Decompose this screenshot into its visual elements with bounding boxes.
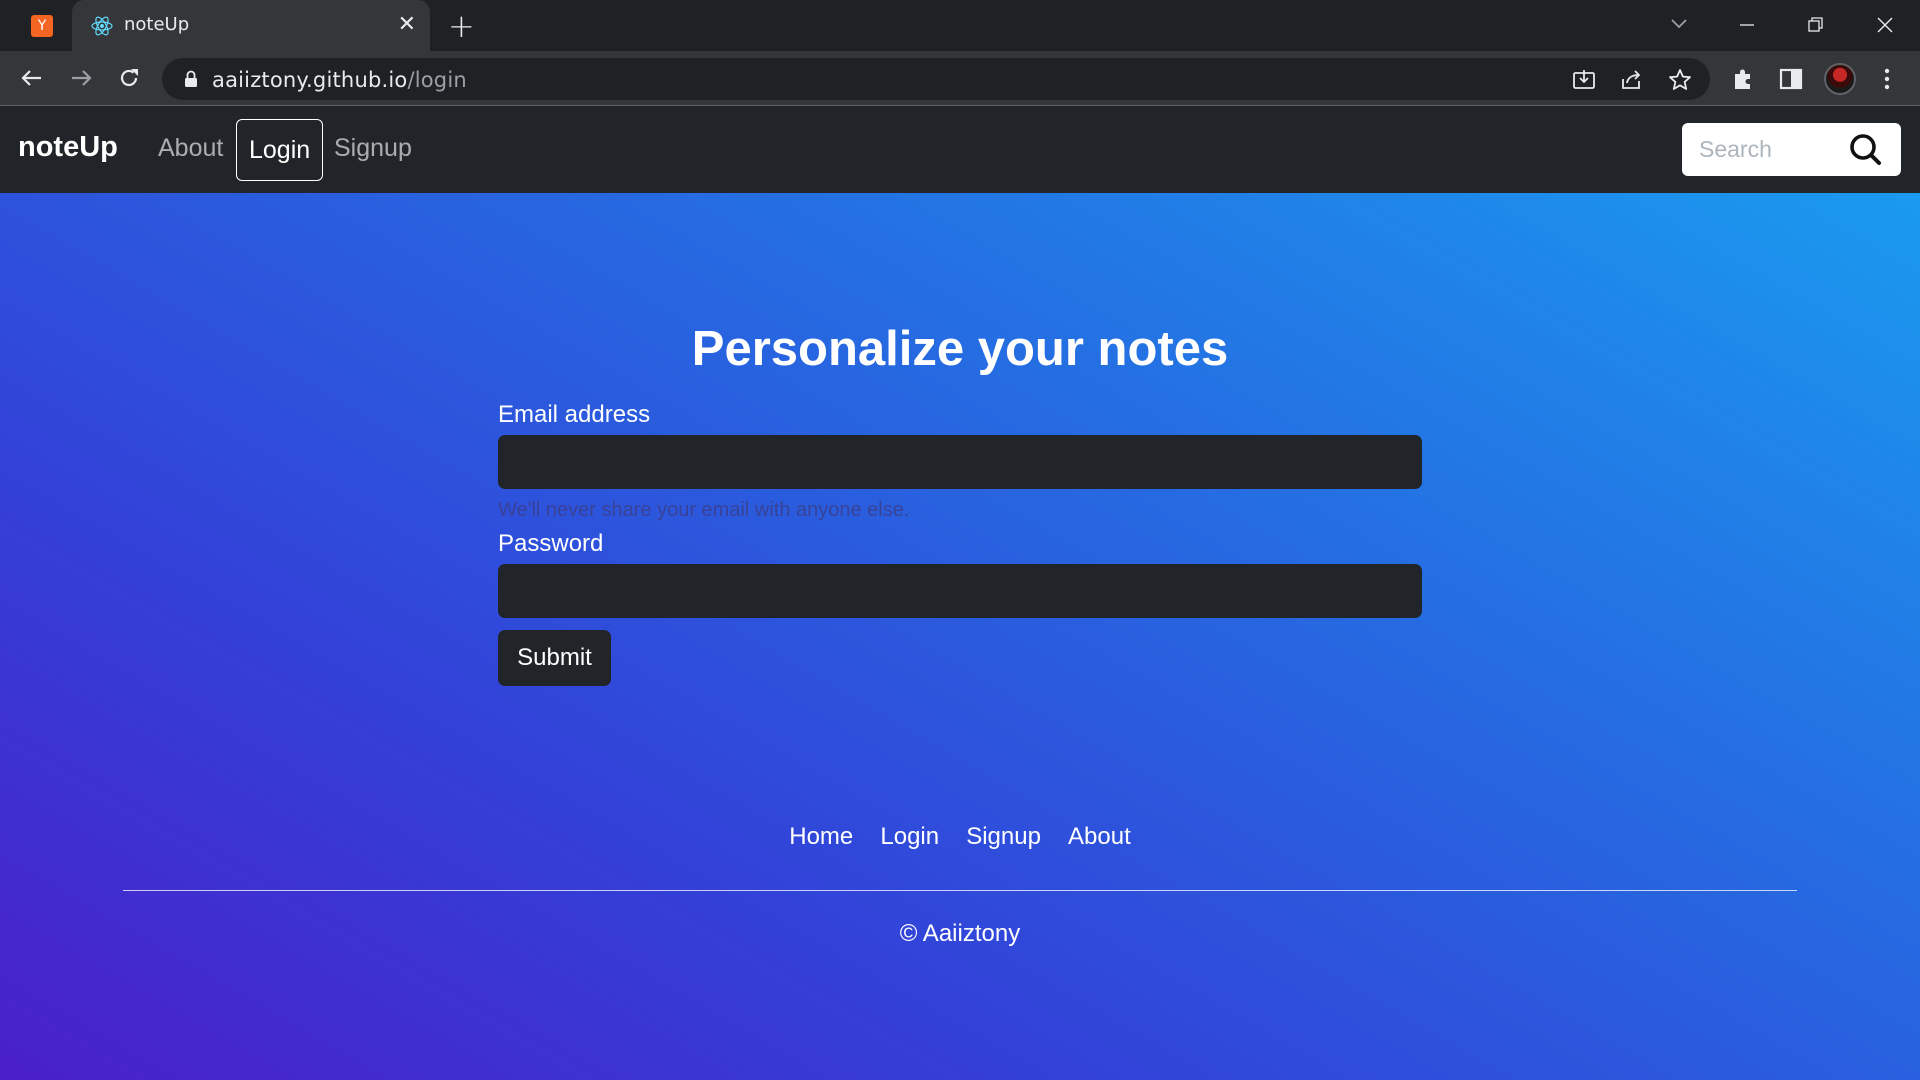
pinned-tab-favicon: Y	[37, 18, 47, 34]
minimize-icon[interactable]	[1730, 8, 1764, 42]
active-tab[interactable]: noteUp ✕	[72, 0, 430, 51]
copyright-text: © Aaiiztony	[899, 920, 1021, 947]
web-page: noteUp About Login Signup Personalize yo…	[0, 107, 1920, 1080]
forward-arrow-icon[interactable]	[66, 63, 96, 93]
login-section: Personalize your notes Email address We'…	[0, 193, 1920, 1080]
search-icon[interactable]	[1842, 130, 1888, 170]
brand-logo[interactable]: noteUp	[18, 131, 118, 164]
close-window-icon[interactable]	[1868, 8, 1902, 42]
footer-divider	[123, 890, 1797, 891]
react-icon	[91, 16, 113, 36]
password-label: Password	[498, 530, 604, 557]
lock-icon[interactable]	[182, 69, 200, 89]
footer-link-about[interactable]: About	[1068, 823, 1131, 851]
back-arrow-icon[interactable]	[17, 63, 47, 93]
url-text: aaiiztony.github.io/login	[212, 68, 467, 92]
restore-icon[interactable]	[1799, 8, 1833, 42]
share-icon[interactable]	[1619, 67, 1645, 93]
password-field[interactable]	[498, 564, 1422, 618]
bookmark-star-icon[interactable]	[1667, 67, 1693, 93]
footer-link-login[interactable]: Login	[880, 823, 939, 851]
url-path: /login	[407, 68, 467, 92]
footer-link-signup[interactable]: Signup	[966, 823, 1041, 851]
install-app-icon[interactable]	[1571, 67, 1597, 93]
url-host: aaiiztony.github.io	[212, 68, 408, 92]
profile-avatar[interactable]	[1824, 63, 1856, 95]
extensions-puzzle-icon[interactable]	[1729, 65, 1757, 93]
footer-link-home[interactable]: Home	[789, 823, 853, 851]
site-navbar: noteUp About Login Signup	[0, 107, 1920, 193]
address-bar[interactable]: aaiiztony.github.io/login	[162, 58, 1710, 100]
kebab-menu-icon[interactable]	[1873, 65, 1901, 93]
page-title: Personalize your notes	[691, 322, 1229, 376]
browser-tab-bar: Y noteUp ✕ +	[0, 0, 1920, 51]
nav-link-about[interactable]: About	[158, 134, 223, 163]
nav-link-signup[interactable]: Signup	[334, 134, 412, 163]
nav-link-login[interactable]: Login	[236, 119, 324, 181]
tab-title: noteUp	[124, 14, 190, 35]
new-tab-icon[interactable]: +	[448, 8, 475, 44]
tab-close-icon[interactable]: ✕	[398, 12, 416, 38]
search-input[interactable]	[1682, 123, 1842, 176]
chevron-down-icon[interactable]	[1668, 12, 1690, 34]
email-field[interactable]	[498, 435, 1422, 489]
pinned-tab[interactable]: Y	[31, 15, 53, 37]
footer-nav: Home Login Signup About	[0, 823, 1920, 851]
side-panel-icon[interactable]	[1777, 65, 1805, 93]
submit-button[interactable]: Submit	[498, 630, 611, 686]
browser-toolbar: aaiiztony.github.io/login	[0, 51, 1920, 106]
email-label: Email address	[498, 401, 651, 428]
search-form	[1682, 123, 1901, 176]
reload-icon[interactable]	[114, 63, 144, 93]
login-form: Email address We'll never share your ema…	[498, 401, 1422, 686]
email-help-text: We'll never share your email with anyone…	[498, 499, 910, 521]
